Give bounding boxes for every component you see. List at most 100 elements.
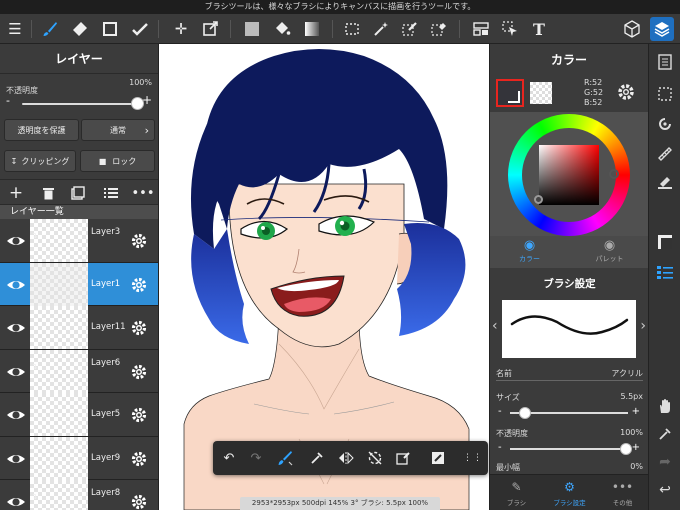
tab-brush[interactable]: ✎ ブラシ bbox=[490, 475, 543, 510]
chevron-right-icon[interactable]: › bbox=[640, 318, 646, 334]
ruler-icon[interactable] bbox=[655, 144, 675, 164]
bucket-icon[interactable] bbox=[270, 17, 294, 41]
canvas-tool-icon[interactable] bbox=[428, 448, 448, 468]
undo-arrow-icon[interactable]: ↩ bbox=[655, 480, 675, 500]
hue-cursor[interactable] bbox=[609, 169, 619, 179]
selection-pen-icon[interactable] bbox=[398, 17, 422, 41]
fill-selection-icon[interactable] bbox=[394, 448, 414, 468]
toolbar-divider bbox=[158, 20, 159, 38]
more-options-icon[interactable]: ••• bbox=[132, 183, 155, 203]
opacity-slider[interactable] bbox=[22, 103, 136, 105]
layer-settings-gear-icon[interactable] bbox=[130, 276, 148, 294]
selection-eraser-icon[interactable] bbox=[427, 17, 451, 41]
brush-opacity-knob[interactable] bbox=[620, 443, 632, 455]
brush-name-row[interactable]: 名前 アクリル bbox=[490, 368, 649, 381]
layer-row[interactable]: Layer5 bbox=[0, 393, 158, 437]
color-settings-gear-icon[interactable] bbox=[616, 82, 636, 102]
layer-panel: レイヤー 不透明度 100% - + 透明度を保護 通常 › ↧ クリッピング … bbox=[0, 44, 159, 510]
chevron-left-icon[interactable]: ‹ bbox=[492, 318, 498, 334]
color-panel-toggle-icon[interactable] bbox=[655, 232, 675, 252]
sub-color-swatch[interactable] bbox=[530, 82, 552, 104]
layer-settings-gear-icon[interactable] bbox=[130, 493, 148, 510]
magic-wand-icon[interactable] bbox=[369, 17, 393, 41]
tab-other[interactable]: ••• その他 bbox=[596, 475, 649, 510]
layer-settings-gear-icon[interactable] bbox=[130, 232, 148, 250]
transform-icon[interactable] bbox=[198, 17, 222, 41]
duplicate-layer-icon[interactable] bbox=[68, 183, 88, 203]
min-width-row[interactable]: 最小幅 0% bbox=[490, 462, 649, 473]
redo-icon[interactable]: ↷ bbox=[246, 448, 266, 468]
layer-settings-gear-icon[interactable] bbox=[130, 319, 148, 337]
select-move-icon[interactable] bbox=[498, 17, 522, 41]
tab-palette-label: パレット bbox=[595, 255, 624, 263]
menu-icon[interactable]: ☰ bbox=[3, 17, 27, 41]
brush-opacity-increase-button[interactable]: + bbox=[632, 442, 640, 453]
visibility-eye-icon[interactable] bbox=[6, 275, 26, 295]
saturation-value-square[interactable] bbox=[539, 145, 599, 205]
layer-row[interactable]: ↴ Layer3 bbox=[0, 219, 158, 263]
flip-horizontal-icon[interactable] bbox=[336, 448, 356, 468]
layer-settings-gear-icon[interactable] bbox=[130, 363, 148, 381]
layers-icon[interactable] bbox=[650, 17, 674, 41]
move-icon[interactable]: ✛ bbox=[169, 17, 193, 41]
layer-properties-icon[interactable] bbox=[655, 262, 675, 282]
eyedropper-icon[interactable] bbox=[655, 424, 675, 444]
tab-brush-settings[interactable]: ⚙ ブラシ設定 bbox=[543, 475, 596, 510]
size-increase-button[interactable]: + bbox=[632, 406, 640, 417]
brush-icon[interactable] bbox=[38, 17, 62, 41]
layer-row[interactable]: Layer11 bbox=[0, 306, 158, 350]
brush-opacity-slider[interactable] bbox=[510, 448, 628, 450]
fill-color-icon[interactable] bbox=[240, 17, 264, 41]
lock-button[interactable]: ■ ロック bbox=[80, 150, 155, 172]
blend-mode-button[interactable]: 通常 › bbox=[81, 119, 155, 141]
gradient-icon[interactable] bbox=[300, 17, 324, 41]
add-layer-icon[interactable]: + bbox=[6, 183, 26, 203]
rotate-reset-icon[interactable] bbox=[365, 448, 385, 468]
3d-icon[interactable] bbox=[620, 17, 644, 41]
smudge-icon[interactable] bbox=[128, 17, 152, 41]
color-cursor[interactable] bbox=[534, 195, 543, 204]
eraser-icon[interactable] bbox=[68, 17, 92, 41]
rotate-icon[interactable] bbox=[655, 114, 675, 134]
tab-color[interactable]: ◉ カラー bbox=[490, 236, 569, 268]
tab-palette[interactable]: ◉ パレット bbox=[570, 236, 649, 268]
protect-transparency-button[interactable]: 透明度を保護 bbox=[4, 119, 79, 141]
visibility-eye-icon[interactable] bbox=[6, 449, 26, 469]
brush-size-knob[interactable] bbox=[519, 407, 531, 419]
tab-brush-label: ブラシ bbox=[506, 499, 527, 507]
hand-icon[interactable] bbox=[655, 396, 675, 416]
brush-icon: ✎ bbox=[511, 480, 522, 494]
visibility-eye-icon[interactable] bbox=[6, 362, 26, 382]
layer-settings-gear-icon[interactable] bbox=[130, 406, 148, 424]
redo-arrow-icon[interactable]: ➦ bbox=[655, 452, 675, 472]
lasso-icon[interactable] bbox=[340, 17, 364, 41]
text-icon[interactable]: T bbox=[527, 17, 551, 41]
selection-icon[interactable] bbox=[655, 84, 675, 104]
eyedropper-icon[interactable] bbox=[307, 448, 327, 468]
visibility-eye-icon[interactable] bbox=[6, 231, 26, 251]
visibility-eye-icon[interactable] bbox=[6, 318, 26, 338]
clipping-button[interactable]: ↧ クリッピング bbox=[4, 150, 76, 172]
visibility-eye-icon[interactable] bbox=[6, 405, 26, 425]
layer-list-icon[interactable] bbox=[101, 183, 121, 203]
visibility-eye-icon[interactable] bbox=[6, 492, 26, 510]
grip-icon[interactable]: ⋮⋮ bbox=[463, 448, 483, 468]
rectangle-icon[interactable] bbox=[98, 17, 122, 41]
layer-row[interactable]: ↴ Layer8 bbox=[0, 480, 158, 510]
opacity-increase-button[interactable]: + bbox=[142, 93, 152, 107]
panel-icon[interactable] bbox=[469, 17, 493, 41]
opacity-decrease-button[interactable]: - bbox=[6, 94, 10, 107]
main-color-swatch[interactable] bbox=[496, 79, 524, 107]
brush-snap-icon[interactable] bbox=[275, 448, 295, 468]
document-icon[interactable] bbox=[655, 52, 675, 72]
brush-opacity-decrease-button[interactable]: - bbox=[498, 442, 502, 453]
size-decrease-button[interactable]: - bbox=[498, 406, 502, 417]
delete-layer-icon[interactable] bbox=[38, 183, 58, 203]
layer-row[interactable]: Layer1 bbox=[0, 262, 158, 306]
hue-wheel[interactable] bbox=[508, 114, 630, 236]
undo-icon[interactable]: ↶ bbox=[219, 448, 239, 468]
layer-row[interactable]: Layer9 bbox=[0, 436, 158, 480]
layer-row[interactable]: ↴ Layer6 bbox=[0, 349, 158, 393]
brush-fill-icon[interactable] bbox=[655, 172, 675, 192]
layer-settings-gear-icon[interactable] bbox=[130, 450, 148, 468]
